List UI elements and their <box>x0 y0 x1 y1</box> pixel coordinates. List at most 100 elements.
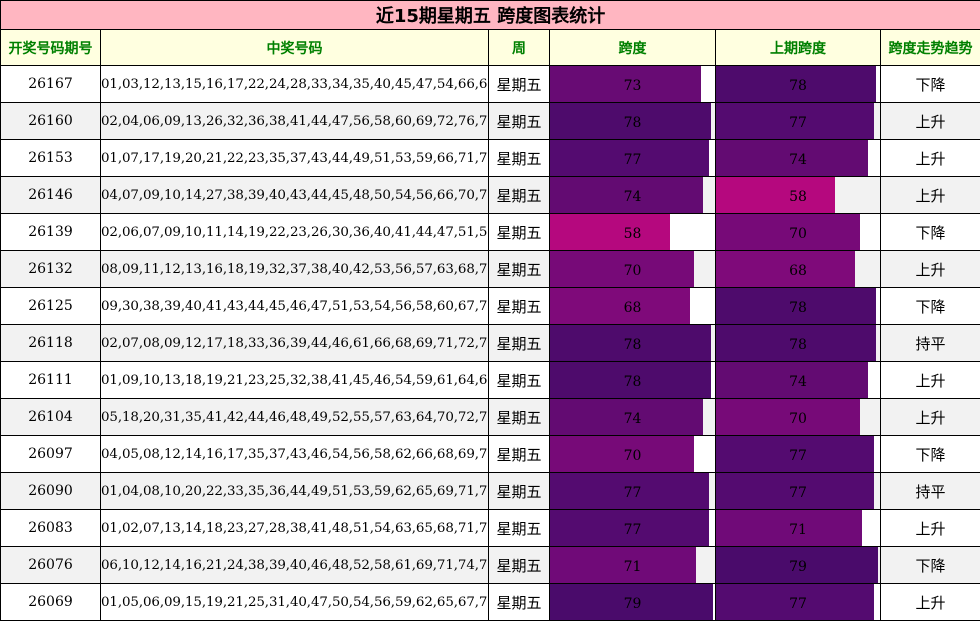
numbers-cell: 04,05,08,12,14,16,17,35,37,43,46,54,56,5… <box>101 436 489 473</box>
period-cell: 26111 <box>1 362 101 399</box>
prev-span-value: 77 <box>789 485 807 501</box>
span-bar-cell: 78 <box>550 362 716 399</box>
trend-cell: 下降 <box>881 547 980 584</box>
prev-span-bar-cell: 77 <box>716 103 881 140</box>
span-value: 74 <box>624 411 642 427</box>
prev-span-value: 74 <box>789 374 807 390</box>
span-bar-cell: 70 <box>550 436 716 473</box>
period-cell: 26118 <box>1 325 101 362</box>
numbers-cell: 02,04,06,09,13,26,32,36,38,41,44,47,56,5… <box>101 103 489 140</box>
numbers-cell: 02,06,07,09,10,11,14,19,22,23,26,30,36,4… <box>101 214 489 251</box>
trend-cell: 上升 <box>881 362 980 399</box>
span-bar-cell: 78 <box>550 325 716 362</box>
trend-cell: 下降 <box>881 436 980 473</box>
prev-span-bar-cell: 78 <box>716 288 881 325</box>
prev-span-value: 74 <box>789 152 807 168</box>
numbers-cell: 01,04,08,10,20,22,33,35,36,44,49,51,53,5… <box>101 473 489 510</box>
prev-span-bar-cell: 74 <box>716 140 881 177</box>
week-cell: 星期五 <box>489 436 550 473</box>
week-cell: 星期五 <box>489 362 550 399</box>
prev-span-value: 78 <box>789 78 807 94</box>
trend-cell: 下降 <box>881 214 980 251</box>
prev-span-value: 68 <box>789 263 807 279</box>
header-span: 跨度 <box>550 30 716 66</box>
header-week: 周 <box>489 30 550 66</box>
header-period: 开奖号码期号 <box>1 30 101 66</box>
table-row: 26083 01,02,07,13,14,18,23,27,28,38,41,4… <box>1 510 980 547</box>
numbers-cell: 01,03,12,13,15,16,17,22,24,28,33,34,35,4… <box>101 66 489 103</box>
prev-span-bar <box>716 214 860 250</box>
span-value: 68 <box>624 300 642 316</box>
prev-span-bar-cell: 79 <box>716 547 881 584</box>
trend-cell: 持平 <box>881 325 980 362</box>
numbers-cell: 01,02,07,13,14,18,23,27,28,38,41,48,51,5… <box>101 510 489 547</box>
trend-cell: 下降 <box>881 66 980 103</box>
span-value: 78 <box>624 374 642 390</box>
week-cell: 星期五 <box>489 140 550 177</box>
header-prev-span: 上期跨度 <box>716 30 881 66</box>
prev-span-bar-cell: 58 <box>716 177 881 214</box>
table-body: 26167 01,03,12,13,15,16,17,22,24,28,33,3… <box>1 66 980 621</box>
span-bar-cell: 58 <box>550 214 716 251</box>
span-bar-cell: 79 <box>550 584 716 621</box>
table-row: 26139 02,06,07,09,10,11,14,19,22,23,26,3… <box>1 214 980 251</box>
span-bar-cell: 74 <box>550 399 716 436</box>
period-cell: 26125 <box>1 288 101 325</box>
trend-cell: 上升 <box>881 140 980 177</box>
period-cell: 26146 <box>1 177 101 214</box>
trend-cell: 下降 <box>881 288 980 325</box>
prev-span-value: 78 <box>789 300 807 316</box>
span-value: 77 <box>624 485 642 501</box>
numbers-cell: 08,09,11,12,13,16,18,19,32,37,38,40,42,5… <box>101 251 489 288</box>
numbers-cell: 01,09,10,13,18,19,21,23,25,32,38,41,45,4… <box>101 362 489 399</box>
prev-span-value: 58 <box>789 189 807 205</box>
span-bar <box>550 436 694 472</box>
trend-cell: 上升 <box>881 584 980 621</box>
week-cell: 星期五 <box>489 547 550 584</box>
prev-span-bar-cell: 77 <box>716 473 881 510</box>
table-title: 近15期星期五 跨度图表统计 <box>1 1 980 30</box>
prev-span-value: 70 <box>789 411 807 427</box>
numbers-cell: 09,30,38,39,40,41,43,44,45,46,47,51,53,5… <box>101 288 489 325</box>
span-bar-cell: 77 <box>550 473 716 510</box>
span-value: 77 <box>624 522 642 538</box>
period-cell: 26090 <box>1 473 101 510</box>
period-cell: 26069 <box>1 584 101 621</box>
table-row: 26111 01,09,10,13,18,19,21,23,25,32,38,4… <box>1 362 980 399</box>
prev-span-bar-cell: 70 <box>716 399 881 436</box>
trend-cell: 上升 <box>881 399 980 436</box>
table-row: 26160 02,04,06,09,13,26,32,36,38,41,44,4… <box>1 103 980 140</box>
week-cell: 星期五 <box>489 510 550 547</box>
span-bar-cell: 73 <box>550 66 716 103</box>
span-bar <box>550 288 690 324</box>
prev-span-bar-cell: 78 <box>716 325 881 362</box>
period-cell: 26083 <box>1 510 101 547</box>
span-bar-cell: 70 <box>550 251 716 288</box>
table-row: 26153 01,07,17,19,20,21,22,23,35,37,43,4… <box>1 140 980 177</box>
week-cell: 星期五 <box>489 66 550 103</box>
prev-span-bar-cell: 77 <box>716 436 881 473</box>
week-cell: 星期五 <box>489 214 550 251</box>
prev-span-value: 77 <box>789 115 807 131</box>
span-bar <box>550 251 694 287</box>
span-statistics-page: 近15期星期五 跨度图表统计 开奖号码期号 中奖号码 周 跨度 上期跨度 跨度走… <box>0 0 980 620</box>
table-row: 26076 06,10,12,14,16,21,24,38,39,40,46,4… <box>1 547 980 584</box>
header-trend: 跨度走势趋势 <box>881 30 980 66</box>
span-value: 79 <box>624 596 642 612</box>
span-table: 近15期星期五 跨度图表统计 开奖号码期号 中奖号码 周 跨度 上期跨度 跨度走… <box>0 0 980 621</box>
numbers-cell: 01,05,06,09,15,19,21,25,31,40,47,50,54,5… <box>101 584 489 621</box>
prev-span-value: 77 <box>789 448 807 464</box>
period-cell: 26167 <box>1 66 101 103</box>
span-value: 77 <box>624 152 642 168</box>
span-bar-cell: 78 <box>550 103 716 140</box>
span-bar-cell: 71 <box>550 547 716 584</box>
prev-span-bar <box>716 251 855 287</box>
week-cell: 星期五 <box>489 584 550 621</box>
table-row: 26132 08,09,11,12,13,16,18,19,32,37,38,4… <box>1 251 980 288</box>
span-value: 58 <box>624 226 642 242</box>
trend-cell: 上升 <box>881 177 980 214</box>
numbers-cell: 04,07,09,10,14,27,38,39,40,43,44,45,48,5… <box>101 177 489 214</box>
prev-span-bar <box>716 399 860 435</box>
period-cell: 26097 <box>1 436 101 473</box>
period-cell: 26160 <box>1 103 101 140</box>
